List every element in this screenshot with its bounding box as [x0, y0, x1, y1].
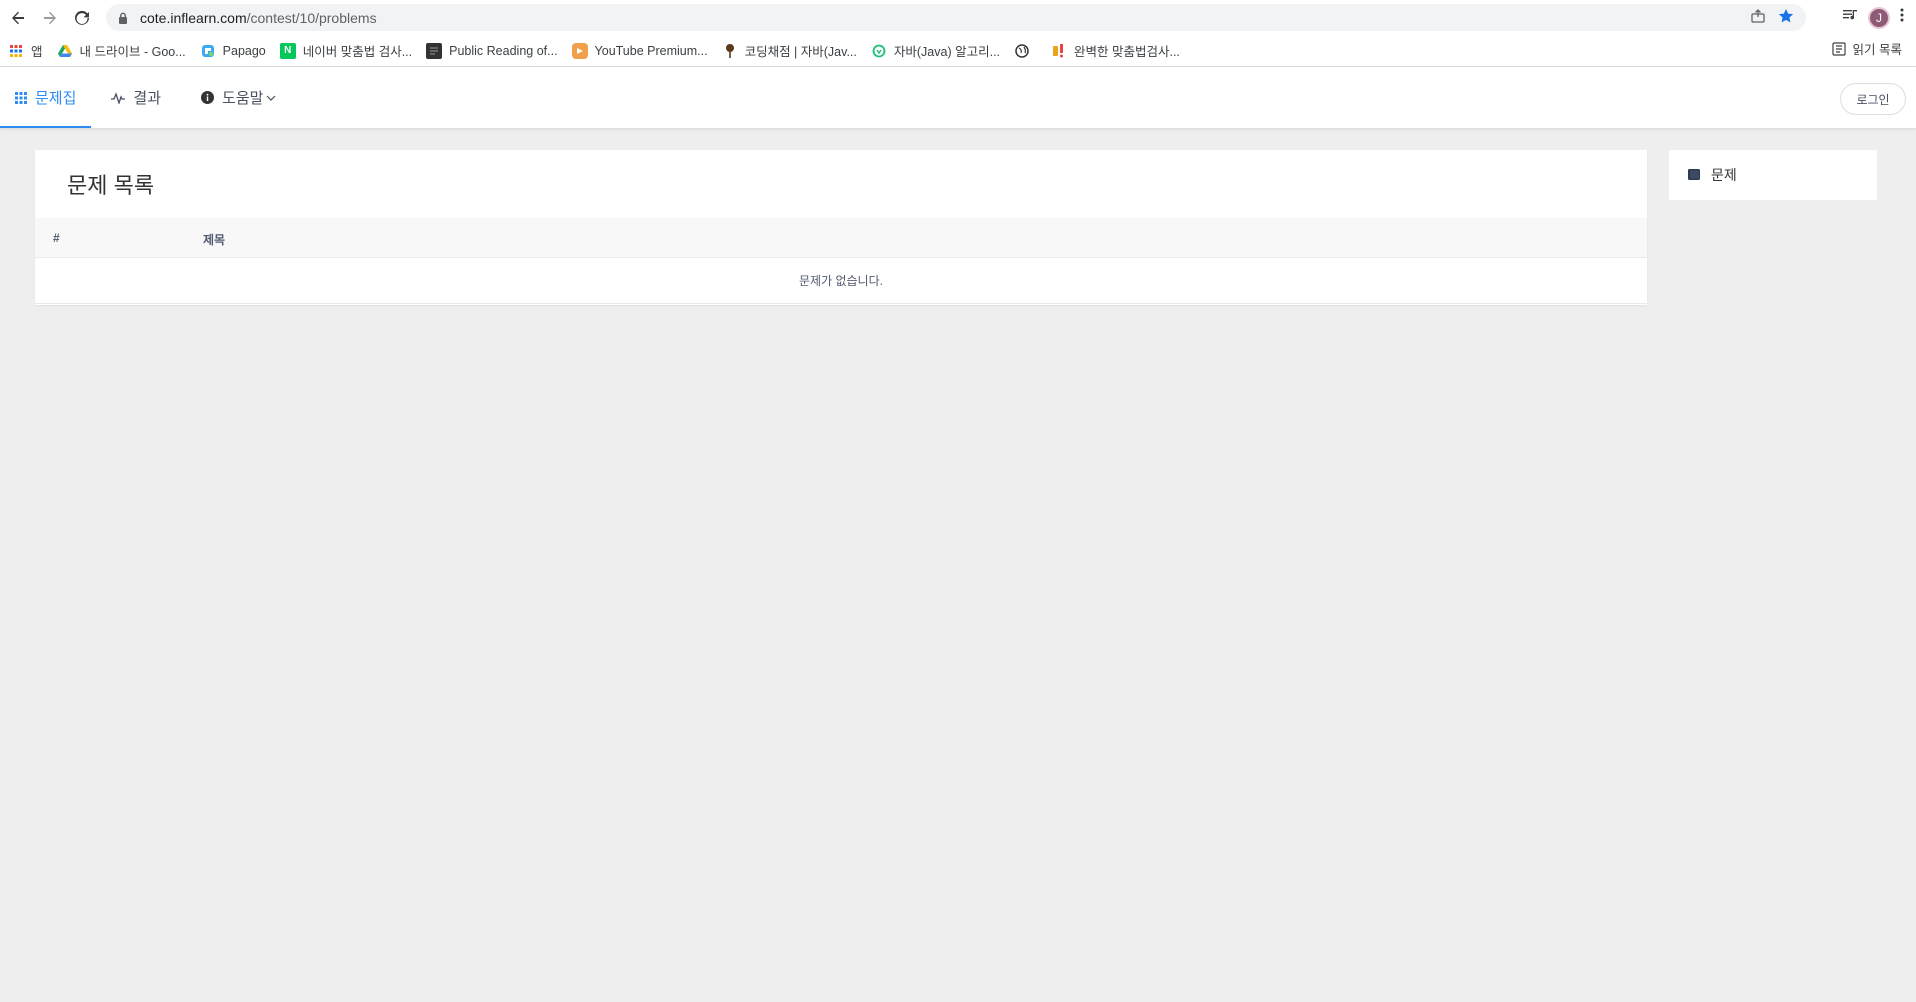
back-button[interactable]: [2, 2, 34, 34]
bookmark-item[interactable]: 앱: [8, 39, 43, 63]
menu-results[interactable]: 결과: [96, 67, 176, 128]
table-header: # 제목: [35, 218, 1647, 258]
menu-help[interactable]: 도움말: [186, 67, 291, 128]
bookmark-item[interactable]: Papago: [200, 39, 266, 63]
menu-problem-set[interactable]: 문제집: [0, 67, 92, 128]
browser-toolbar: cote.inflearn.com/contest/10/problems J: [0, 0, 1916, 35]
bookmark-label: Public Reading of...: [449, 43, 558, 58]
reload-button[interactable]: [66, 2, 98, 34]
url-path: /contest/10/problems: [246, 9, 377, 26]
app-header: 문제집 결과 도움말 로그인: [0, 67, 1916, 128]
forward-button[interactable]: [34, 2, 66, 34]
bookmarks-bar: 앱 내 드라이브 - Goo... Papago N 네이버 맞춤법 검사... Publ…: [0, 35, 1916, 67]
bookmark-item[interactable]: [1014, 39, 1037, 63]
inflearn-icon: [871, 43, 887, 59]
bookmark-item[interactable]: N 네이버 맞춤법 검사...: [279, 39, 413, 63]
apps-grid-icon: [8, 43, 24, 59]
browser-right-tools: J: [1842, 0, 1916, 35]
arrow-right-icon: [44, 11, 56, 24]
bookmark-item[interactable]: 완벽한 맞춤법검사...: [1051, 39, 1180, 63]
problem-list-card: 문제 목록 # 제목 문제가 없습니다.: [35, 150, 1647, 305]
papago-icon: [200, 43, 216, 59]
pulse-icon: [111, 91, 126, 104]
reading-list-icon: [1831, 41, 1846, 56]
arrow-left-icon: [12, 11, 24, 24]
bookmark-label: 네이버 맞춤법 검사...: [302, 45, 413, 59]
bookmark-label: 완벽한 맞춤법검사...: [1074, 45, 1180, 59]
bookmark-item[interactable]: YouTube Premium...: [571, 39, 708, 63]
url-text: cote.inflearn.com/contest/10/problems: [140, 10, 377, 26]
youtube-icon: [571, 42, 588, 59]
bookmark-item[interactable]: 내 드라이브 - Goo...: [57, 39, 186, 63]
more-menu-icon[interactable]: [1900, 7, 1904, 28]
profile-avatar[interactable]: J: [1868, 6, 1890, 29]
book-icon: [1687, 169, 1701, 181]
lock-icon: [116, 11, 130, 25]
column-header-title[interactable]: 제목: [203, 231, 225, 248]
google-drive-icon: [57, 43, 73, 59]
grid-icon: [15, 91, 27, 104]
reload-icon: [75, 10, 89, 25]
share-icon[interactable]: [1750, 8, 1766, 29]
address-bar[interactable]: cote.inflearn.com/contest/10/problems: [106, 4, 1806, 31]
chevron-down-icon: [266, 95, 276, 101]
bookmark-item[interactable]: 코딩채점 | 자바(Jav...: [722, 39, 857, 63]
menu-help-label: 도움말: [222, 90, 264, 107]
menu-results-label: 결과: [133, 90, 162, 107]
globe-icon: [1014, 43, 1030, 59]
bookmark-label: Papago: [222, 43, 266, 58]
url-host: cote.inflearn.com: [140, 9, 247, 26]
info-icon: [201, 91, 215, 104]
pin-icon: [722, 43, 738, 59]
bookmark-label: 자바(Java) 알고리...: [893, 45, 1001, 59]
column-header-number[interactable]: #: [53, 231, 60, 245]
document-icon: [426, 42, 443, 59]
side-problem-card[interactable]: 문제: [1669, 150, 1877, 200]
bookmark-label: YouTube Premium...: [594, 43, 708, 58]
star-icon[interactable]: [1778, 8, 1794, 29]
login-button[interactable]: 로그인: [1840, 83, 1906, 115]
reading-list-label: 읽기 목록: [1852, 43, 1902, 57]
bookmark-item[interactable]: 자바(Java) 알고리...: [871, 39, 1000, 63]
naver-icon: N: [279, 42, 296, 59]
bookmark-item[interactable]: Public Reading of...: [426, 39, 558, 63]
bookmark-label: 코딩채점 | 자바(Jav...: [744, 45, 857, 59]
spellcheck-icon: [1051, 43, 1067, 59]
side-problem-label: 문제: [1711, 167, 1737, 183]
page-title: 문제 목록: [67, 173, 155, 198]
bookmark-label: 내 드라이브 - Goo...: [79, 45, 186, 59]
omnibox-actions: [1750, 8, 1794, 29]
empty-message: 문제가 없습니다.: [35, 258, 1647, 304]
bookmark-label: 앱: [31, 45, 43, 59]
menu-problem-set-label: 문제집: [35, 90, 77, 107]
reading-list-button[interactable]: 읽기 목록: [1831, 39, 1902, 58]
media-queue-icon[interactable]: [1842, 7, 1858, 28]
